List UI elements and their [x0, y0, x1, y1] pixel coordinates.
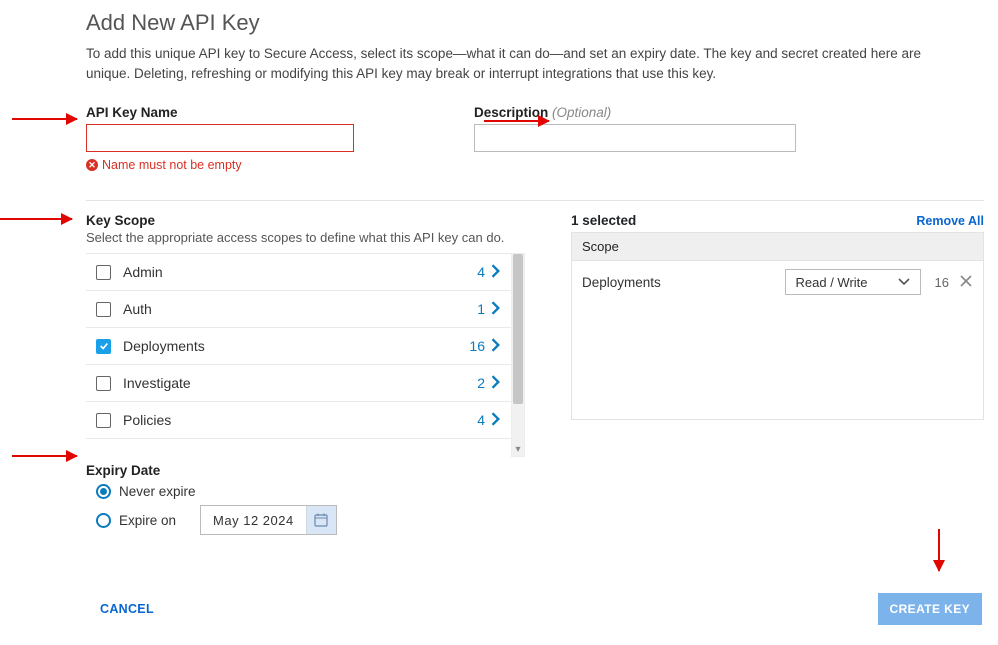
calendar-icon[interactable]	[306, 506, 336, 534]
divider	[86, 200, 984, 201]
close-icon	[959, 274, 973, 288]
checkbox-icon[interactable]	[96, 413, 111, 428]
description-input[interactable]	[474, 124, 796, 152]
annotation-arrow	[12, 455, 77, 457]
scope-item-auth[interactable]: Auth 1	[86, 291, 511, 328]
page-title: Add New API Key	[86, 10, 984, 36]
permission-select[interactable]: Read / Write	[785, 269, 921, 295]
annotation-arrow	[938, 529, 940, 571]
chevron-right-icon	[491, 264, 501, 281]
description-label: Description (Optional)	[474, 105, 796, 120]
remove-scope-button[interactable]	[959, 274, 973, 291]
scope-item-policies[interactable]: Policies 4	[86, 402, 511, 439]
create-key-button[interactable]: CREATE KEY	[878, 593, 982, 625]
annotation-arrow	[484, 120, 549, 122]
scroll-down-icon[interactable]: ▾	[512, 442, 524, 456]
checkbox-icon[interactable]	[96, 302, 111, 317]
api-key-name-error: ✕ Name must not be empty	[86, 158, 354, 172]
page-intro: To add this unique API key to Secure Acc…	[86, 44, 946, 83]
error-icon: ✕	[86, 159, 98, 171]
radio-never-expire[interactable]	[96, 484, 111, 499]
api-key-name-label: API Key Name	[86, 105, 354, 120]
scrollbar-thumb[interactable]	[513, 254, 523, 404]
scope-item-investigate[interactable]: Investigate 2	[86, 365, 511, 402]
scrollbar[interactable]: ▾	[511, 253, 525, 457]
chevron-right-icon	[491, 301, 501, 318]
checkbox-icon[interactable]	[96, 376, 111, 391]
api-key-name-input[interactable]	[86, 124, 354, 152]
key-scope-title: Key Scope	[86, 213, 511, 228]
chevron-right-icon	[491, 338, 501, 355]
selected-scope-row: Deployments Read / Write 16	[572, 261, 983, 303]
annotation-arrow	[12, 118, 77, 120]
annotation-arrow	[0, 218, 72, 220]
scope-item-deployments[interactable]: Deployments 16	[86, 328, 511, 365]
expiry-title: Expiry Date	[86, 463, 984, 478]
selected-scope-table: Scope Deployments Read / Write 16	[571, 232, 984, 420]
radio-expire-on[interactable]	[96, 513, 111, 528]
selected-scope-header: Scope	[572, 233, 983, 261]
never-expire-label: Never expire	[119, 484, 196, 499]
cancel-button[interactable]: CANCEL	[100, 602, 154, 616]
chevron-down-icon	[898, 278, 910, 286]
checkbox-icon[interactable]	[96, 265, 111, 280]
scope-item-admin[interactable]: Admin 4	[86, 254, 511, 291]
expiry-date-input[interactable]: May 12 2024	[200, 505, 337, 535]
checkbox-icon[interactable]	[96, 339, 111, 354]
expire-on-label: Expire on	[119, 513, 176, 528]
remove-all-button[interactable]: Remove All	[916, 214, 984, 228]
chevron-right-icon	[491, 375, 501, 392]
selected-count: 1 selected	[571, 213, 636, 228]
chevron-right-icon	[491, 412, 501, 429]
key-scope-subtitle: Select the appropriate access scopes to …	[86, 230, 511, 245]
